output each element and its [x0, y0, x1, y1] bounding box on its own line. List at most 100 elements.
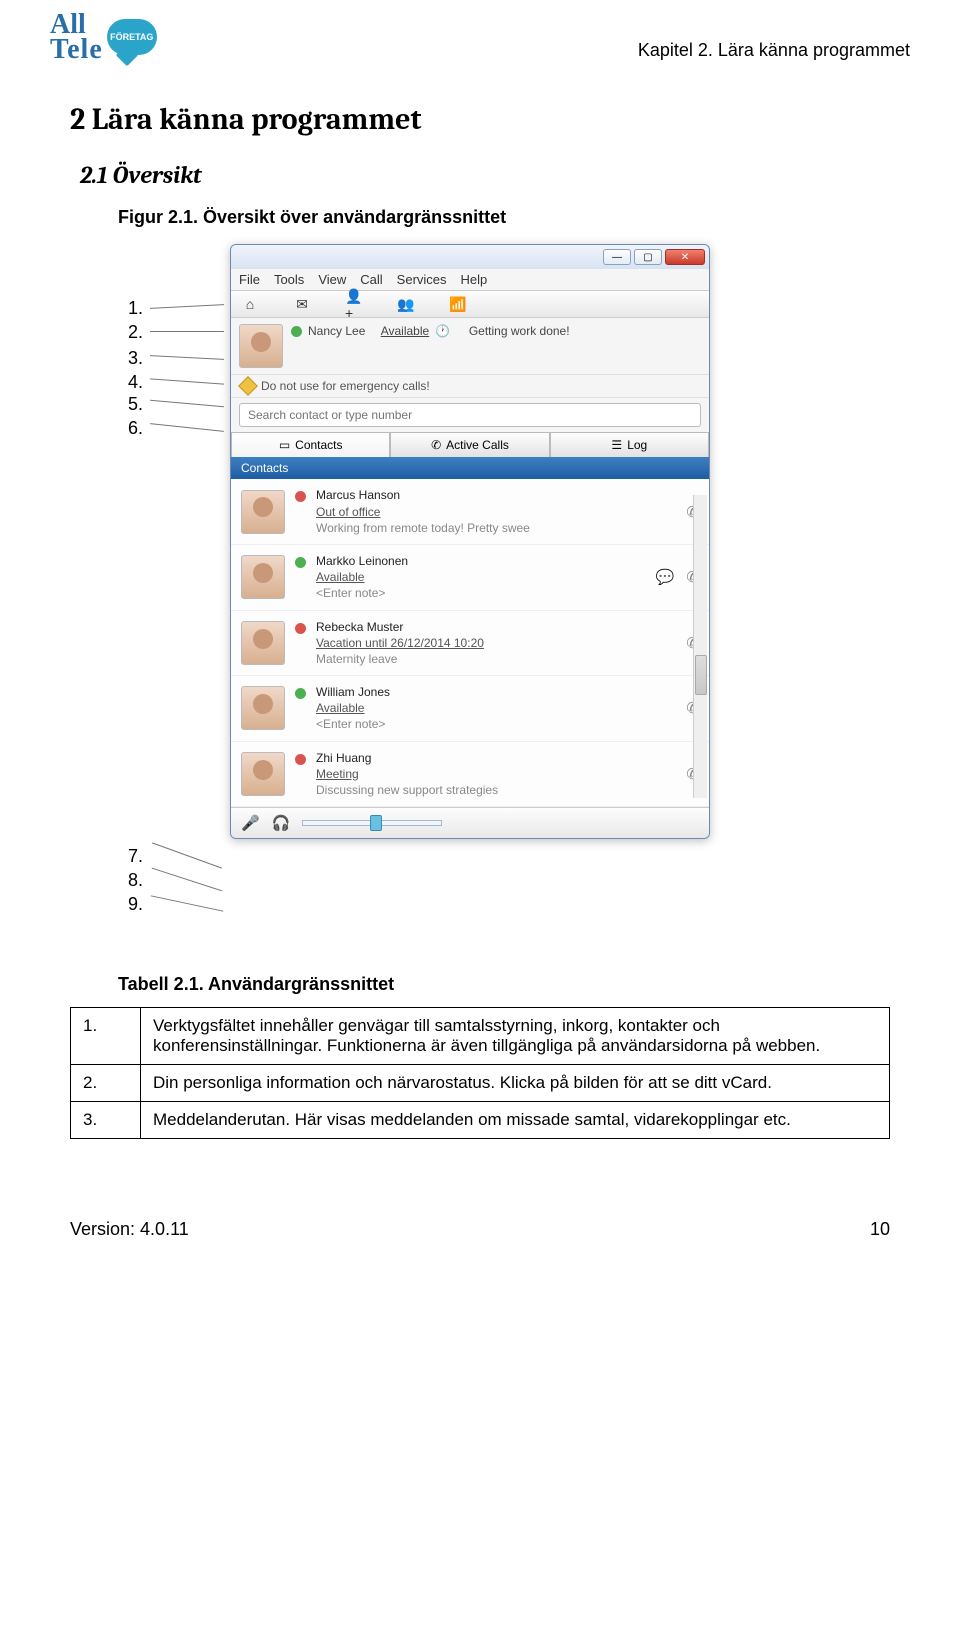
contact-row[interactable]: Zhi Huang Meeting Discussing new support… — [231, 742, 709, 808]
tab-contacts[interactable]: ▭ Contacts — [231, 432, 390, 457]
tab-label: Active Calls — [446, 438, 509, 452]
presence-dot-icon — [295, 688, 306, 699]
tab-label: Log — [627, 438, 647, 452]
phone-icon: ✆ — [431, 438, 441, 452]
profile-row: Nancy Lee Available 🕐 Getting work done! — [231, 318, 709, 374]
avatar[interactable] — [241, 490, 285, 534]
search-row — [231, 398, 709, 432]
app-window: — ▢ ✕ File Tools View Call Services Help… — [230, 244, 710, 839]
headset-icon[interactable]: 🎧 — [272, 814, 291, 832]
callout-5: 5. — [128, 394, 143, 415]
avatar[interactable] — [241, 752, 285, 796]
contact-row[interactable]: William Jones Available <Enter note> ✆ — [231, 676, 709, 742]
toolbar: ⌂ ✉ 👤+ 👥 📶 — [231, 290, 709, 318]
volume-slider[interactable] — [302, 820, 442, 826]
contact-list: Marcus Hanson Out of office Working from… — [231, 479, 709, 807]
slider-thumb[interactable] — [370, 815, 382, 831]
callout-2: 2. — [128, 322, 143, 343]
presence-dot-icon — [291, 326, 302, 337]
maximize-button[interactable]: ▢ — [634, 249, 662, 265]
table-cell-desc: Verktygsfältet innehåller genvägar till … — [141, 1008, 890, 1065]
contact-note: Discussing new support strategies — [316, 782, 676, 798]
callout-3: 3. — [128, 348, 143, 369]
mic-icon[interactable]: 🎤 — [241, 814, 260, 832]
search-input[interactable] — [239, 403, 701, 427]
menu-view[interactable]: View — [318, 272, 346, 287]
minimize-button[interactable]: — — [603, 249, 631, 265]
table-cell-num: 1. — [71, 1008, 141, 1065]
contact-row[interactable]: Marcus Hanson Out of office Working from… — [231, 479, 709, 545]
callout-6: 6. — [128, 418, 143, 439]
logo-bubble: FÖRETAG — [107, 19, 157, 55]
mail-icon[interactable]: ✉ — [293, 295, 311, 313]
table-cell-num: 3. — [71, 1102, 141, 1139]
figure-caption: Figur 2.1. Översikt över användargränssn… — [70, 207, 890, 228]
menu-tools[interactable]: Tools — [274, 272, 304, 287]
page-header: All Tele FÖRETAG Kapitel 2. Lära känna p… — [0, 0, 960, 62]
close-button[interactable]: ✕ — [665, 249, 705, 265]
message-row: Do not use for emergency calls! — [231, 374, 709, 398]
profile-note: Getting work done! — [469, 324, 570, 338]
logo: All Tele FÖRETAG — [50, 12, 157, 62]
contacts-subheader: Contacts — [231, 457, 709, 479]
table-caption: Tabell 2.1. Användargränssnittet — [118, 974, 890, 995]
heading-section: 2.1 Översikt — [70, 161, 890, 189]
contact-info: Markko Leinonen Available <Enter note> — [316, 553, 646, 602]
logo-text: All Tele — [50, 12, 103, 62]
contact-row[interactable]: Markko Leinonen Available <Enter note> 💬… — [231, 545, 709, 611]
scroll-thumb[interactable] — [695, 655, 707, 695]
avatar[interactable] — [241, 555, 285, 599]
message-text: Do not use for emergency calls! — [261, 379, 430, 393]
clock-icon: 🕐 — [435, 324, 450, 338]
contact-info: Marcus Hanson Out of office Working from… — [316, 487, 676, 536]
contact-info: William Jones Available <Enter note> — [316, 684, 676, 733]
table-cell-desc: Din personliga information och närvarost… — [141, 1065, 890, 1102]
menubar: File Tools View Call Services Help — [231, 269, 709, 290]
page-footer: Version: 4.0.11 10 — [0, 1159, 960, 1264]
contact-note: <Enter note> — [316, 716, 676, 732]
table-row: 3. Meddelanderutan. Här visas meddelande… — [71, 1102, 890, 1139]
contact-status: Vacation until 26/12/2014 10:20 — [316, 635, 676, 651]
avatar[interactable] — [241, 686, 285, 730]
presence-dot-icon — [295, 623, 306, 634]
page-number: 10 — [870, 1219, 890, 1240]
menu-help[interactable]: Help — [461, 272, 488, 287]
chat-icon[interactable]: 💬 — [656, 568, 675, 586]
tab-log[interactable]: ☰ Log — [550, 432, 709, 457]
profile-name: Nancy Lee — [308, 324, 365, 338]
list-icon: ☰ — [611, 438, 622, 452]
callout-7: 7. — [128, 846, 143, 867]
menu-file[interactable]: File — [239, 272, 260, 287]
group-icon[interactable]: 👥 — [397, 295, 415, 313]
tab-active-calls[interactable]: ✆ Active Calls — [390, 432, 549, 457]
tab-label: Contacts — [295, 438, 342, 452]
contact-info: Rebecka Muster Vacation until 26/12/2014… — [316, 619, 676, 668]
avatar[interactable] — [239, 324, 283, 368]
scrollbar[interactable] — [693, 495, 707, 798]
figure-overview: 1. 2. 3. 4. 5. 6. 7. 8. 9. — ▢ ✕ File To… — [70, 244, 890, 954]
contact-note: <Enter note> — [316, 585, 646, 601]
chapter-reference: Kapitel 2. Lära känna programmet — [638, 12, 910, 61]
id-card-icon: ▭ — [279, 438, 290, 452]
presence-dot-icon — [295, 754, 306, 765]
contact-row[interactable]: Rebecka Muster Vacation until 26/12/2014… — [231, 611, 709, 677]
presence-dot-icon — [295, 491, 306, 502]
contact-name: Rebecka Muster — [316, 619, 676, 635]
contact-name: Marcus Hanson — [316, 487, 676, 503]
profile-status[interactable]: Available — [381, 324, 429, 338]
contact-note: Maternity leave — [316, 651, 676, 667]
avatar[interactable] — [241, 621, 285, 665]
contact-name: Markko Leinonen — [316, 553, 646, 569]
logo-line2: Tele — [50, 37, 103, 62]
info-table: 1. Verktygsfältet innehåller genvägar ti… — [70, 1007, 890, 1139]
menu-services[interactable]: Services — [397, 272, 447, 287]
menu-call[interactable]: Call — [360, 272, 382, 287]
table-cell-desc: Meddelanderutan. Här visas meddelanden o… — [141, 1102, 890, 1139]
table-row: 1. Verktygsfältet innehåller genvägar ti… — [71, 1008, 890, 1065]
profile-info: Nancy Lee Available 🕐 Getting work done! — [291, 324, 701, 368]
signal-icon[interactable]: 📶 — [449, 295, 467, 313]
callout-8: 8. — [128, 870, 143, 891]
home-icon[interactable]: ⌂ — [241, 295, 259, 313]
add-user-icon[interactable]: 👤+ — [345, 295, 363, 313]
contact-status: Meeting — [316, 766, 676, 782]
